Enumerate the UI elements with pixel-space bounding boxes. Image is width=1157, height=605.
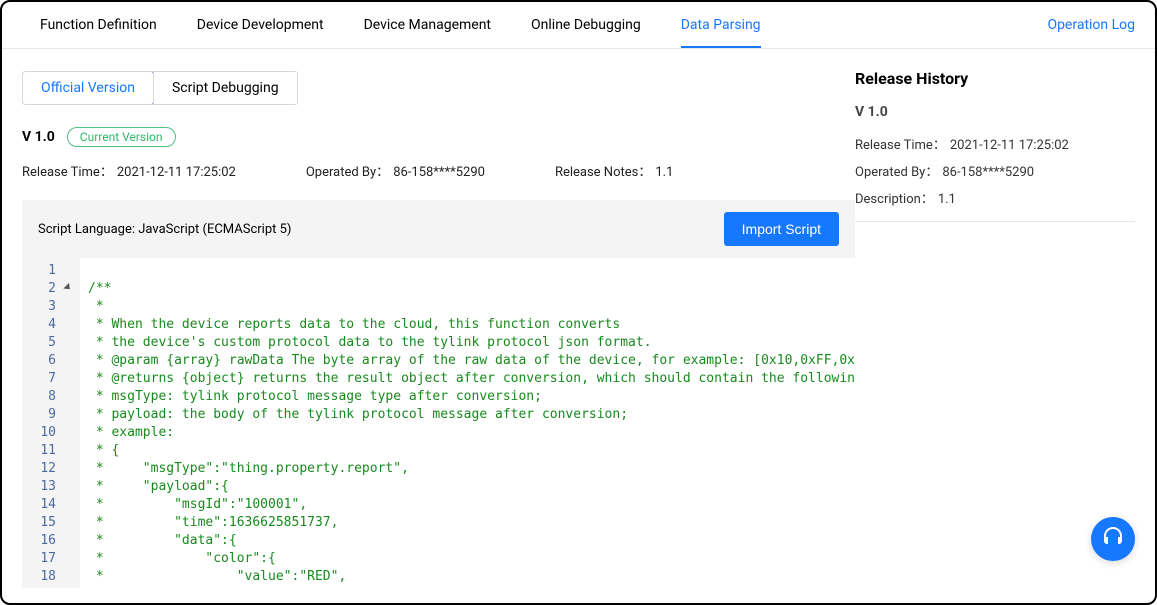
meta-release-time: Release Time2021-12-11 17:25:02	[22, 161, 236, 180]
script-language-label: Script Language: JavaScript (ECMAScript …	[38, 222, 291, 237]
tab-data-parsing[interactable]: Data Parsing	[663, 2, 779, 48]
history-description: Description1.1	[855, 188, 1135, 207]
script-bar: Script Language: JavaScript (ECMAScript …	[22, 200, 855, 258]
help-fab-button[interactable]	[1091, 517, 1135, 561]
history-operated-by: Operated By86-158****5290	[855, 161, 1135, 180]
meta-row: Release Time2021-12-11 17:25:02 Operated…	[22, 161, 855, 180]
current-version-badge: Current Version	[67, 127, 176, 147]
meta-release-notes: Release Notes1.1	[555, 161, 673, 180]
history-release-time: Release Time2021-12-11 17:25:02	[855, 134, 1135, 153]
release-history-title: Release History	[855, 69, 1135, 88]
line-gutter: 1234567891011121314151617181920	[22, 258, 80, 588]
subtab-official-version[interactable]: Official Version	[22, 71, 154, 105]
history-divider	[855, 221, 1135, 222]
code-editor[interactable]: 1234567891011121314151617181920 /** * * …	[22, 258, 855, 588]
history-version: V 1.0	[855, 104, 1135, 120]
operation-log-link[interactable]: Operation Log	[1047, 17, 1135, 33]
tab-function-definition[interactable]: Function Definition	[22, 2, 175, 48]
release-history-panel: Release History V 1.0 Release Time2021-1…	[855, 69, 1135, 222]
tab-online-debugging[interactable]: Online Debugging	[513, 2, 659, 48]
code-content[interactable]: /** * * When the device reports data to …	[80, 258, 855, 588]
tab-device-management[interactable]: Device Management	[346, 2, 509, 48]
headset-icon	[1101, 525, 1125, 553]
version-row: V 1.0 Current Version	[22, 127, 855, 147]
top-tabs: Function Definition Device Development D…	[2, 2, 1155, 49]
tab-device-development[interactable]: Device Development	[179, 2, 342, 48]
import-script-button[interactable]: Import Script	[724, 212, 839, 246]
subtab-script-debugging[interactable]: Script Debugging	[153, 72, 297, 104]
subtabs: Official Version Script Debugging	[22, 71, 298, 105]
meta-operated-by: Operated By86-158****5290	[306, 161, 485, 180]
version-label: V 1.0	[22, 129, 55, 145]
